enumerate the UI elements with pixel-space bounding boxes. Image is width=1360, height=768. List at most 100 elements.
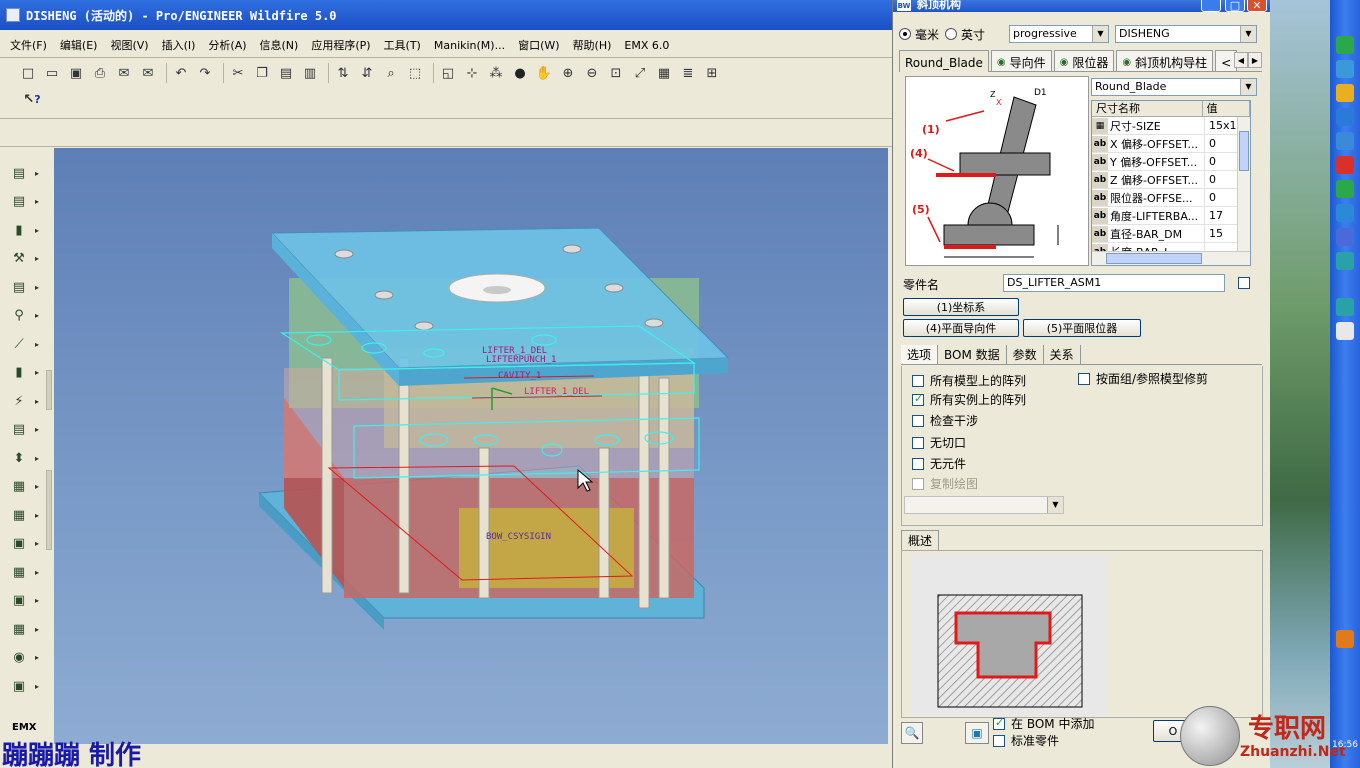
guide-icon[interactable]: ▤ ▸ bbox=[8, 276, 39, 298]
undo-icon[interactable]: ↶ bbox=[171, 63, 191, 83]
datum-axis-display-icon[interactable]: ⊹ bbox=[462, 63, 482, 83]
option-checkbox[interactable] bbox=[1078, 372, 1090, 385]
menu-item[interactable]: 帮助(H) bbox=[573, 37, 612, 53]
flyout-arrow-icon[interactable]: ▸ bbox=[35, 368, 39, 377]
menu-item[interactable]: 窗口(W) bbox=[518, 37, 559, 53]
option-0[interactable]: 所有模型上的阵列 bbox=[912, 372, 1026, 389]
preview-search-icon[interactable]: 🔍 bbox=[901, 722, 923, 744]
cooling-icon[interactable]: ▤ ▸ bbox=[8, 419, 39, 441]
flyout-arrow-icon[interactable]: ▸ bbox=[35, 197, 39, 206]
refit-icon[interactable]: ⊡ bbox=[606, 63, 626, 83]
table-row[interactable]: ab 角度-LIFTERBA... 17 bbox=[1092, 207, 1250, 225]
dimension-value-cell[interactable]: 0 bbox=[1204, 135, 1240, 152]
model-tree-icon[interactable]: ⊞ bbox=[702, 63, 722, 83]
option-checkbox[interactable] bbox=[912, 457, 924, 470]
lifter-icon[interactable]: ⚡ ▸ bbox=[8, 390, 39, 412]
plane-stop-button[interactable]: (5)平面限位器 bbox=[1023, 319, 1141, 337]
tab-0[interactable]: Round_Blade bbox=[899, 50, 989, 72]
maximize-button[interactable]: □ bbox=[1225, 0, 1245, 12]
visibility-icon[interactable]: ◉ ▸ bbox=[8, 647, 39, 669]
dimension-value-cell[interactable]: 15x10 bbox=[1204, 117, 1244, 134]
select-box-icon[interactable]: ⬚ bbox=[405, 63, 425, 83]
component-icon[interactable]: ▦ ▸ bbox=[8, 504, 39, 526]
table-row[interactable]: ab Z 偏移-OFFSET... 0 bbox=[1092, 171, 1250, 189]
part-name-checkbox[interactable] bbox=[1238, 277, 1250, 289]
option-3[interactable]: 无切口 bbox=[912, 434, 966, 451]
coord-system-button[interactable]: (1)坐标系 bbox=[903, 298, 1019, 316]
flyout-arrow-icon[interactable]: ▸ bbox=[35, 283, 39, 292]
saved-views-icon[interactable]: ▦ bbox=[654, 63, 674, 83]
ime-icon[interactable] bbox=[1336, 228, 1354, 246]
reorient-icon[interactable]: ⤢ bbox=[630, 63, 650, 83]
zoom-in-icon[interactable]: ⊕ bbox=[558, 63, 578, 83]
security-icon[interactable] bbox=[1336, 156, 1354, 174]
option-checkbox[interactable] bbox=[912, 414, 924, 427]
menu-item[interactable]: 插入(I) bbox=[162, 37, 196, 53]
send-icon[interactable]: ✉ bbox=[114, 63, 134, 83]
flyout-arrow-icon[interactable]: ▸ bbox=[35, 539, 39, 548]
menu-item[interactable]: 分析(A) bbox=[208, 37, 246, 53]
delete-icon[interactable]: ▣ ▸ bbox=[8, 533, 39, 555]
menu-item[interactable]: Manikin(M)... bbox=[434, 39, 505, 52]
flyout-arrow-icon[interactable]: ▸ bbox=[35, 397, 39, 406]
insert-icon[interactable]: ▦ ▸ bbox=[8, 476, 39, 498]
flyout-arrow-icon[interactable]: ▸ bbox=[35, 340, 39, 349]
flyout-arrow-icon[interactable]: ▸ bbox=[35, 169, 39, 178]
shield-icon[interactable] bbox=[1336, 36, 1354, 54]
dimension-value-cell[interactable]: 0 bbox=[1204, 189, 1240, 206]
flyout-arrow-icon[interactable]: ▸ bbox=[35, 226, 39, 235]
flyout-arrow-icon[interactable]: ▸ bbox=[35, 454, 39, 463]
save-icon[interactable]: ▣ bbox=[965, 722, 989, 744]
redo-icon[interactable]: ↷ bbox=[195, 63, 215, 83]
main-titlebar[interactable]: DISHENG (活动的) - Pro/ENGINEER Wildfire 5.… bbox=[0, 0, 892, 30]
regenerate-icon[interactable]: ⇅ bbox=[333, 63, 353, 83]
tab-2[interactable]: ◉ 限位器 bbox=[1053, 50, 1115, 71]
spin-icon[interactable]: ✋ bbox=[534, 63, 554, 83]
table-row[interactable]: ab 直径-BAR_DM 15 bbox=[1092, 225, 1250, 243]
keyboard-icon[interactable] bbox=[1336, 322, 1354, 340]
unit-inch-radio[interactable] bbox=[945, 28, 958, 40]
pin-icon[interactable]: ⟋ ▸ bbox=[8, 333, 39, 355]
shading-icon[interactable]: ● bbox=[510, 63, 530, 83]
layers-icon[interactable]: ≣ bbox=[678, 63, 698, 83]
dialog-titlebar[interactable]: BW 斜顶机构 _ □ ✕ bbox=[893, 0, 1270, 12]
flyout-arrow-icon[interactable]: ▸ bbox=[35, 511, 39, 520]
description-tab[interactable]: 概述 bbox=[901, 530, 940, 550]
paste-special-icon[interactable]: ▥ bbox=[300, 63, 320, 83]
zoom-out-icon[interactable]: ⊖ bbox=[582, 63, 602, 83]
menu-item[interactable]: EMX 6.0 bbox=[624, 39, 669, 52]
mold-assembly-model[interactable]: LIFTER_1_DEL LIFTERPUNCH_1 CAVITY_1 LIFT… bbox=[54, 148, 888, 744]
dimension-value-cell[interactable]: 0 bbox=[1204, 171, 1240, 188]
save-icon[interactable]: ▣ bbox=[66, 63, 86, 83]
mold-base-icon[interactable]: ▤ ▸ bbox=[8, 162, 39, 184]
option-checkbox[interactable] bbox=[912, 436, 924, 449]
option-1[interactable]: 所有实例上的阵列 bbox=[912, 391, 1026, 408]
chevron-down-icon[interactable]: ▼ bbox=[1092, 26, 1108, 42]
flyout-arrow-icon[interactable]: ▸ bbox=[35, 653, 39, 662]
graphics-viewport[interactable]: LIFTER_1_DEL LIFTERPUNCH_1 CAVITY_1 LIFT… bbox=[54, 148, 888, 744]
table-row[interactable]: ▦ 尺寸-SIZE 15x10 bbox=[1092, 117, 1250, 135]
monitor-icon[interactable] bbox=[1336, 298, 1354, 316]
bom-add-option[interactable]: 在 BOM 中添加 bbox=[993, 715, 1094, 732]
close-button[interactable]: ✕ bbox=[1247, 0, 1267, 12]
find-icon[interactable]: ⌕ bbox=[381, 63, 401, 83]
flyout-arrow-icon[interactable]: ▸ bbox=[35, 254, 39, 263]
sound-icon[interactable] bbox=[1336, 132, 1354, 150]
plate-icon[interactable]: ▤ ▸ bbox=[8, 191, 39, 213]
column-header-name[interactable]: 尺寸名称 bbox=[1092, 101, 1203, 116]
screw-icon[interactable]: ⚒ ▸ bbox=[8, 248, 39, 270]
subtab-2[interactable]: 参数 bbox=[1007, 345, 1044, 364]
eye-icon[interactable]: ◉ bbox=[1122, 57, 1131, 68]
table-row[interactable]: ab Y 偏移-OFFSET... 0 bbox=[1092, 153, 1250, 171]
project-select[interactable]: DISHENG ▼ bbox=[1115, 25, 1257, 43]
print-icon[interactable]: ⎙ bbox=[90, 63, 110, 83]
scroll-thumb[interactable] bbox=[1106, 253, 1202, 264]
refresh-icon[interactable] bbox=[1336, 60, 1354, 78]
dimension-value-cell[interactable]: 15 bbox=[1204, 225, 1240, 242]
option-checkbox[interactable] bbox=[912, 374, 924, 387]
chevron-down-icon[interactable]: ▼ bbox=[1240, 26, 1256, 42]
tab-scroll-right-icon[interactable]: ▶ bbox=[1248, 52, 1262, 68]
tab-3[interactable]: ◉ 斜顶机构导柱 bbox=[1116, 50, 1214, 71]
cut-icon[interactable]: ✂ bbox=[228, 63, 248, 83]
option-2[interactable]: 检查干涉 bbox=[912, 412, 978, 429]
